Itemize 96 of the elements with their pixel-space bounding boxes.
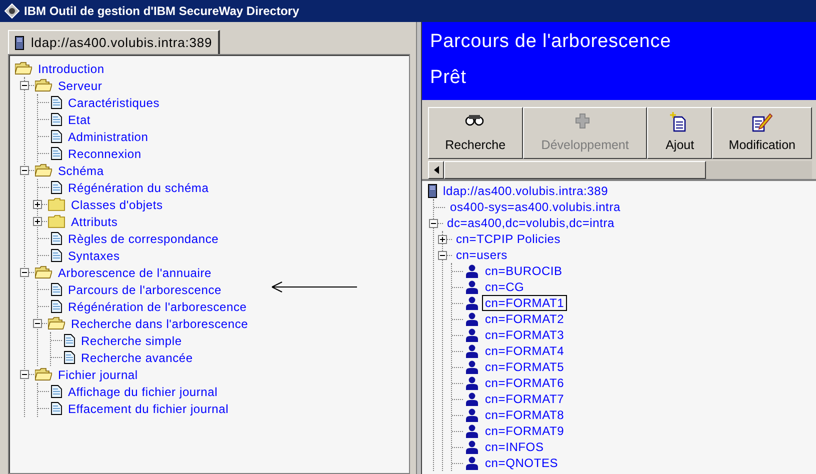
tree-item[interactable]: cn=FORMAT8 — [482, 407, 568, 423]
collapse-icon[interactable] — [20, 166, 29, 175]
page-title: Parcours de l'arborescence — [430, 30, 672, 54]
tree-item[interactable]: Syntaxes — [65, 248, 123, 264]
collapse-icon[interactable] — [20, 370, 29, 379]
tree-item[interactable]: Affichage du fichier journal — [65, 384, 221, 400]
expand-icon[interactable] — [438, 234, 447, 244]
app-icon — [4, 3, 20, 19]
document-icon — [51, 385, 62, 398]
open-folder-icon — [48, 317, 65, 330]
person-icon — [465, 392, 479, 406]
person-icon — [465, 264, 479, 278]
folder-icon — [48, 198, 65, 211]
document-icon — [51, 283, 62, 296]
tree-item[interactable]: Serveur — [55, 78, 106, 94]
open-folder-icon — [35, 266, 52, 279]
tree-item[interactable]: cn=INFOS — [482, 439, 547, 455]
document-icon — [64, 334, 75, 347]
tree-item[interactable]: Parcours de l'arborescence — [65, 282, 224, 298]
person-icon — [465, 328, 479, 342]
person-icon — [465, 280, 479, 294]
tree-item[interactable]: cn=users — [453, 247, 510, 263]
tree-item[interactable]: cn=FORMAT1 — [482, 295, 568, 311]
open-folder-icon — [35, 79, 52, 92]
tree-item[interactable]: Reconnexion — [65, 146, 144, 162]
tree-item[interactable]: cn=FORMAT7 — [482, 391, 568, 407]
edit-document-icon — [751, 112, 774, 132]
tree-item[interactable]: ldap://as400.volubis.intra:389 — [440, 183, 612, 199]
tree-item[interactable]: Recherche avancée — [78, 350, 196, 366]
tree-item[interactable]: Caractéristiques — [65, 94, 163, 110]
document-icon — [51, 130, 62, 143]
document-icon — [51, 402, 62, 415]
tree-item[interactable]: cn=FORMAT5 — [482, 359, 568, 375]
tree-item[interactable]: cn=QNOTES — [482, 455, 562, 471]
tree-item[interactable]: Fichier journal — [55, 366, 141, 382]
person-icon — [465, 456, 479, 470]
tree-item[interactable]: Etat — [65, 112, 94, 128]
collapse-icon[interactable] — [20, 81, 29, 90]
open-folder-icon — [35, 368, 52, 381]
folder-icon — [48, 215, 65, 228]
person-icon — [465, 360, 479, 374]
collapse-icon[interactable] — [20, 268, 29, 277]
tree-item[interactable]: Classes d'objets — [68, 196, 166, 212]
tree-item[interactable]: Administration — [65, 128, 152, 144]
tree-item[interactable]: cn=BUROCIB — [482, 263, 566, 279]
document-icon — [51, 113, 62, 126]
horizontal-scrollbar[interactable] — [428, 161, 812, 179]
toolbar-button[interactable]: Modification — [712, 107, 812, 159]
open-folder-icon — [35, 164, 52, 177]
person-icon — [465, 424, 479, 438]
tree-item[interactable]: Arborescence de l'annuaire — [55, 264, 215, 280]
window-title: IBM Outil de gestion d'IBM SecureWay Directory — [24, 3, 300, 20]
tree-item[interactable]: Règles de correspondance — [65, 230, 222, 246]
document-icon — [51, 232, 62, 245]
tree-item[interactable]: os400-sys=as400.volubis.intra — [447, 199, 624, 215]
toolbar-button[interactable]: Ajout — [647, 107, 712, 159]
tree-item[interactable]: Attributs — [68, 214, 121, 230]
tree-item[interactable]: cn=CG — [482, 279, 528, 295]
person-icon — [465, 296, 479, 310]
scroll-left-icon[interactable] — [434, 166, 438, 174]
collapse-icon[interactable] — [438, 250, 447, 260]
tree-item[interactable]: cn=TCPIP Policies — [453, 231, 564, 247]
server-tab[interactable]: ldap://as400.volubis.intra:389 — [8, 30, 220, 54]
tree-item[interactable]: cn=FORMAT9 — [482, 423, 568, 439]
toolbar-button[interactable]: Recherche — [428, 107, 523, 159]
tree-item[interactable]: dc=as400,dc=volubis,dc=intra — [444, 215, 618, 231]
tree-item[interactable]: cn=FORMAT4 — [482, 343, 568, 359]
tree-item[interactable]: Régénération du schéma — [65, 180, 212, 196]
tree-item[interactable]: cn=FORMAT2 — [482, 311, 568, 327]
document-icon — [64, 351, 75, 364]
expand-icon[interactable] — [33, 200, 42, 209]
person-icon — [465, 312, 479, 326]
collapse-icon[interactable] — [429, 218, 438, 228]
person-icon — [465, 376, 479, 390]
tree-item[interactable]: Effacement du fichier journal — [65, 400, 232, 416]
server-icon — [15, 36, 24, 50]
expand-icon[interactable] — [33, 217, 42, 226]
server-icon — [428, 184, 437, 198]
open-folder-icon — [15, 62, 32, 75]
person-icon — [465, 440, 479, 454]
tree-item[interactable]: cn=FORMAT6 — [482, 375, 568, 391]
document-icon — [51, 96, 62, 109]
tree-item[interactable]: Introduction — [35, 60, 108, 76]
tree-item[interactable]: Recherche dans l'arborescence — [68, 316, 252, 332]
tree-item[interactable]: Schéma — [55, 162, 107, 178]
tree-item[interactable]: Recherche simple — [78, 332, 185, 348]
status-text: Prêt — [430, 66, 468, 90]
document-icon — [51, 147, 62, 160]
document-icon — [51, 300, 62, 313]
document-icon — [51, 249, 62, 262]
tree-item[interactable]: cn=FORMAT3 — [482, 327, 568, 343]
person-icon — [465, 408, 479, 422]
person-icon — [465, 344, 479, 358]
tree-item[interactable]: Régénération de l'arborescence — [65, 298, 250, 314]
document-icon — [51, 181, 62, 194]
collapse-icon[interactable] — [33, 319, 42, 328]
